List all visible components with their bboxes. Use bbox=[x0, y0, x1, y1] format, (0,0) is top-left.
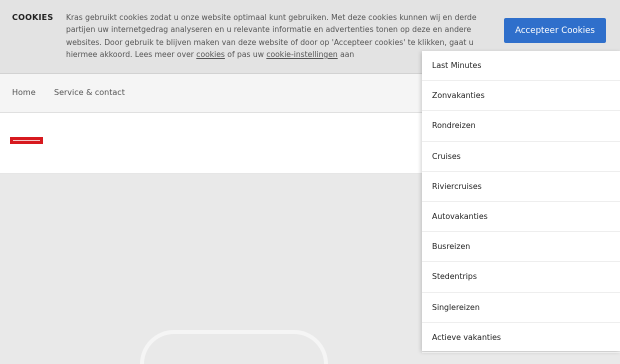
menu-item-zonvakanties[interactable]: Zonvakanties bbox=[422, 81, 620, 112]
nav-service-contact-link[interactable]: Service & contact bbox=[54, 88, 125, 97]
menu-item-busreizen[interactable]: Busreizen bbox=[422, 232, 620, 263]
cookie-text-end: aan bbox=[337, 49, 355, 59]
cookie-text-middle: of pas uw bbox=[224, 49, 267, 59]
travel-menu-dropdown: Last Minutes Zonvakanties Rondreizen Cru… bbox=[422, 51, 620, 353]
menu-item-rondreizen[interactable]: Rondreizen bbox=[422, 111, 620, 142]
menu-item-cruises[interactable]: Cruises bbox=[422, 142, 620, 172]
hero-graphic bbox=[140, 330, 328, 364]
nav-home-link[interactable]: Home bbox=[12, 88, 36, 97]
cookie-settings-link[interactable]: cookie-instellingen bbox=[266, 50, 337, 59]
cookie-title: COOKIES bbox=[12, 13, 54, 22]
accept-cookies-button[interactable]: Accepteer Cookies bbox=[504, 18, 606, 43]
menu-item-riviercruises[interactable]: Riviercruises bbox=[422, 172, 620, 202]
menu-item-autovakanties[interactable]: Autovakanties bbox=[422, 202, 620, 233]
travel-menu-list: Last Minutes Zonvakanties Rondreizen Cru… bbox=[422, 51, 620, 353]
cookies-link[interactable]: cookies bbox=[196, 50, 225, 59]
menu-item-last-minutes[interactable]: Last Minutes bbox=[422, 51, 620, 82]
menu-item-singlereizen[interactable]: Singlereizen bbox=[422, 293, 620, 323]
menu-item-actieve-vakanties[interactable]: Actieve vakanties bbox=[422, 323, 620, 353]
menu-item-stedentrips[interactable]: Stedentrips bbox=[422, 262, 620, 293]
kras-logo[interactable] bbox=[10, 137, 43, 144]
